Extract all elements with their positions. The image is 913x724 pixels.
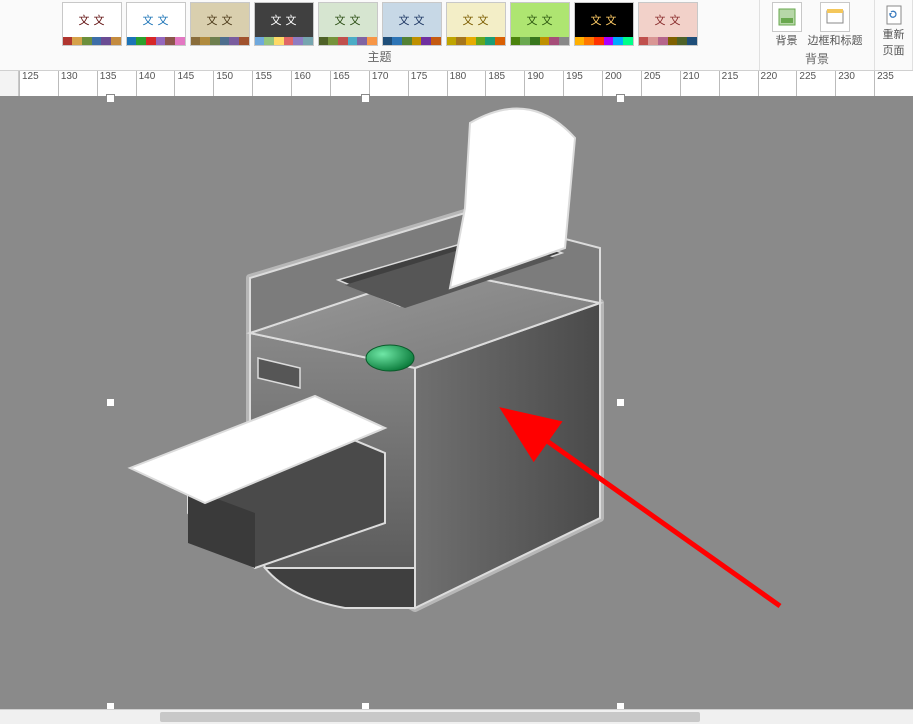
border-title-icon <box>820 2 850 32</box>
theme-thumb-7[interactable]: 文文 <box>510 2 570 46</box>
ribbon-toolbar: 文文文文文文文文文文文文文文文文文文文文 主题 背景 边框和标题 背景 <box>0 0 913 71</box>
ruler-tick: 165 <box>330 71 350 97</box>
horizontal-scrollbar[interactable] <box>0 709 913 724</box>
theme-thumb-0[interactable]: 文文 <box>62 2 122 46</box>
reset-label-1: 重新 <box>883 26 905 42</box>
ruler-tick: 195 <box>563 71 583 97</box>
ruler-scale: 1251301351401451501551601651701751801851… <box>19 71 913 97</box>
theme-group: 文文文文文文文文文文文文文文文文文文文文 主题 <box>0 0 760 70</box>
background-group-label: 背景 <box>805 48 829 70</box>
reset-icon <box>883 4 905 26</box>
horizontal-ruler: 1251301351401451501551601651701751801851… <box>0 71 913 98</box>
ruler-corner <box>0 71 19 97</box>
theme-thumb-4[interactable]: 文文 <box>318 2 378 46</box>
app-window: 文文文文文文文文文文文文文文文文文文文文 主题 背景 边框和标题 背景 <box>0 0 913 724</box>
ruler-tick: 185 <box>485 71 505 97</box>
ruler-tick: 180 <box>447 71 467 97</box>
ruler-tick: 235 <box>874 71 894 97</box>
background-group: 背景 边框和标题 背景 <box>760 0 875 70</box>
ruler-tick: 230 <box>835 71 855 97</box>
theme-thumb-6[interactable]: 文文 <box>446 2 506 46</box>
ruler-tick: 125 <box>19 71 39 97</box>
theme-group-label: 主题 <box>367 46 391 68</box>
theme-gallery: 文文文文文文文文文文文文文文文文文文文文 <box>58 0 702 46</box>
ruler-tick: 140 <box>136 71 156 97</box>
theme-thumb-9[interactable]: 文文 <box>638 2 698 46</box>
ruler-tick: 130 <box>58 71 78 97</box>
theme-thumb-1[interactable]: 文文 <box>126 2 186 46</box>
theme-thumb-3[interactable]: 文文 <box>254 2 314 46</box>
ruler-tick: 145 <box>174 71 194 97</box>
ruler-tick: 205 <box>641 71 661 97</box>
ruler-tick: 170 <box>369 71 389 97</box>
theme-thumb-2[interactable]: 文文 <box>190 2 250 46</box>
background-icon <box>772 2 802 32</box>
annotation-arrow <box>0 96 913 724</box>
theme-thumb-5[interactable]: 文文 <box>382 2 442 46</box>
border-title-button[interactable]: 边框和标题 <box>808 2 863 48</box>
ruler-tick: 160 <box>291 71 311 97</box>
drawing-canvas[interactable] <box>0 96 913 710</box>
reset-group: 重新 页面 <box>875 0 913 70</box>
ruler-tick: 215 <box>719 71 739 97</box>
ruler-tick: 210 <box>680 71 700 97</box>
ruler-tick: 190 <box>524 71 544 97</box>
ruler-tick: 155 <box>252 71 272 97</box>
ruler-tick: 225 <box>796 71 816 97</box>
reset-page-button[interactable]: 重新 页面 <box>879 0 909 58</box>
theme-thumb-8[interactable]: 文文 <box>574 2 634 46</box>
reset-label-2: 页面 <box>883 42 905 58</box>
scrollbar-thumb[interactable] <box>160 712 700 722</box>
ruler-tick: 175 <box>408 71 428 97</box>
ruler-tick: 220 <box>758 71 778 97</box>
border-title-button-label: 边框和标题 <box>808 32 863 48</box>
background-button[interactable]: 背景 <box>772 2 802 48</box>
ruler-tick: 150 <box>213 71 233 97</box>
background-button-label: 背景 <box>776 32 798 48</box>
